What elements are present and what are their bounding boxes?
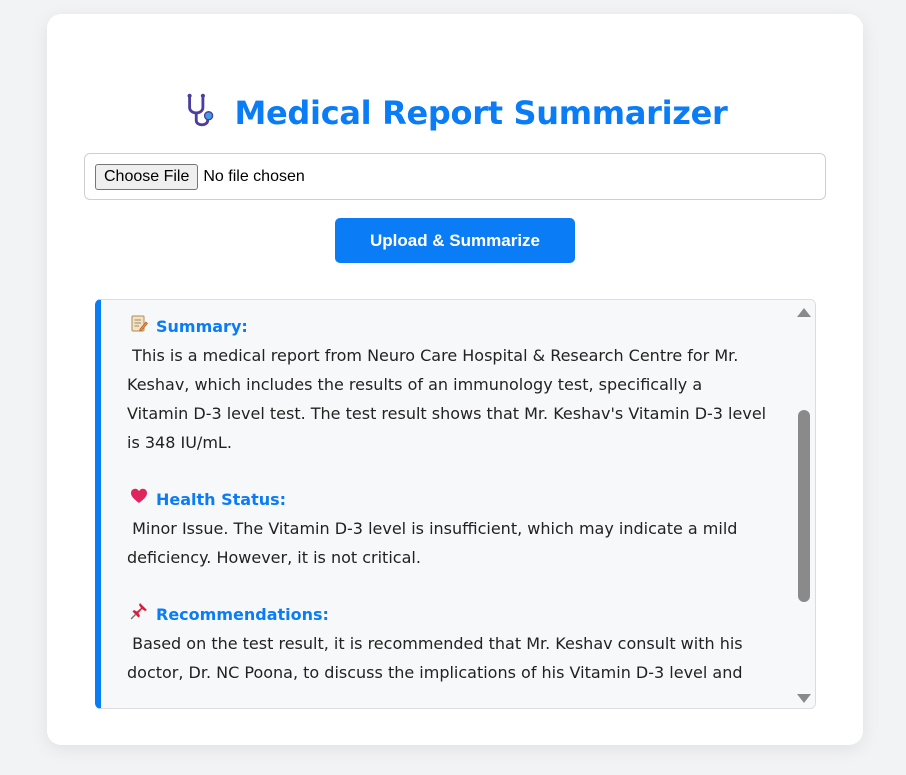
summary-content: Summary: This is a medical report from N… xyxy=(127,312,767,708)
summary-heading: Summary: xyxy=(130,312,767,341)
health-status-heading: Health Status: xyxy=(130,485,767,514)
health-status-heading-label: Health Status: xyxy=(156,490,287,509)
scroll-up-arrow-icon[interactable] xyxy=(797,308,811,317)
vertical-scrollbar[interactable] xyxy=(793,300,815,708)
recommendations-section: Recommendations: Based on the test resul… xyxy=(127,600,767,687)
pushpin-icon xyxy=(130,600,148,629)
choose-file-button[interactable]: Choose File xyxy=(95,163,199,190)
health-status-section: Health Status: Minor Issue. The Vitamin … xyxy=(127,485,767,572)
header: Medical Report Summarizer xyxy=(47,88,863,138)
summary-panel[interactable]: Summary: This is a medical report from N… xyxy=(95,299,816,709)
summary-heading-label: Summary: xyxy=(156,317,248,336)
file-input-field[interactable]: Choose File No file chosen xyxy=(84,153,826,200)
health-status-body: Minor Issue. The Vitamin D-3 level is in… xyxy=(127,519,743,567)
upload-summarize-button[interactable]: Upload & Summarize xyxy=(335,218,575,263)
page-title: Medical Report Summarizer xyxy=(234,94,728,132)
summary-body: This is a medical report from Neuro Care… xyxy=(127,346,772,452)
scroll-down-arrow-icon[interactable] xyxy=(797,694,811,703)
scrollbar-thumb[interactable] xyxy=(798,410,810,602)
summary-section: Summary: This is a medical report from N… xyxy=(127,312,767,457)
stethoscope-icon xyxy=(182,92,220,134)
memo-icon xyxy=(130,312,148,341)
recommendations-heading-label: Recommendations: xyxy=(156,605,329,624)
recommendations-body: Based on the test result, it is recommen… xyxy=(127,634,748,682)
main-card: Medical Report Summarizer Choose File No… xyxy=(47,14,863,745)
heart-icon xyxy=(130,485,148,514)
recommendations-heading: Recommendations: xyxy=(130,600,767,629)
file-status-text: No file chosen xyxy=(203,167,305,185)
